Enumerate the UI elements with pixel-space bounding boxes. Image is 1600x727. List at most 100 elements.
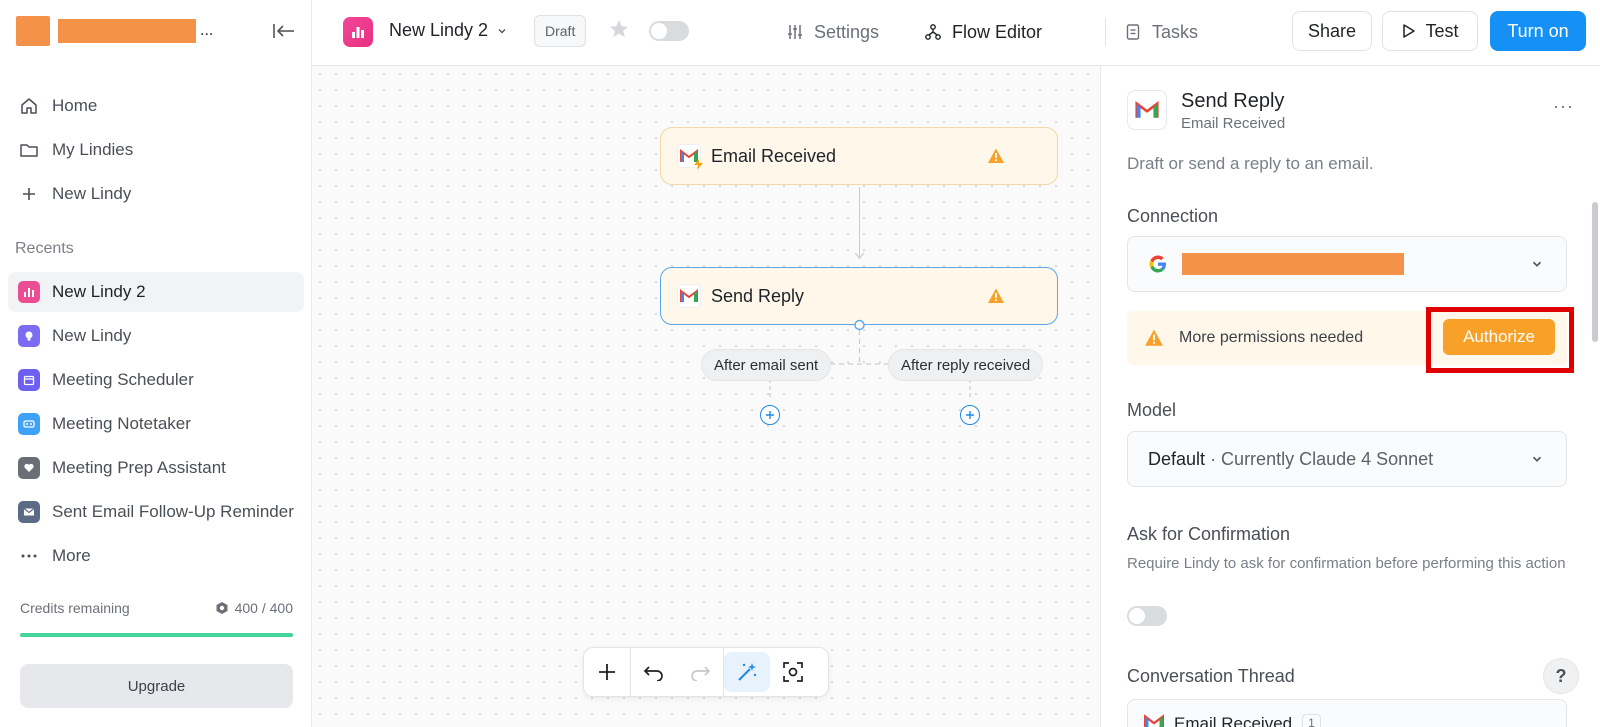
more-dots-icon: [18, 545, 40, 567]
caption-icon: [18, 413, 40, 435]
confirmation-label: Ask for Confirmation: [1127, 524, 1291, 544]
add-step-after-reply-received-button[interactable]: [960, 405, 980, 425]
bar-chart-icon: [18, 281, 40, 303]
bulb-icon: [18, 325, 40, 347]
sidebar-item-label: Home: [52, 96, 98, 115]
status-badge: Draft: [534, 15, 587, 47]
tab-label: Flow Editor: [952, 21, 1043, 42]
sidebar: ... Home My Lindies New Lindy Recents Ne…: [0, 0, 312, 727]
model-value: Default · Currently Claude 4 Sonnet: [1148, 449, 1433, 470]
sidebar-item-home[interactable]: Home: [8, 86, 304, 126]
connection-select[interactable]: [1127, 236, 1567, 292]
plus-icon: [599, 664, 615, 680]
panel-subtitle: Email Received: [1181, 115, 1286, 132]
sliders-icon: [788, 25, 802, 39]
recent-item-new-lindy[interactable]: New Lindy: [8, 316, 304, 356]
test-button-label: Test: [1425, 20, 1459, 41]
chevron-down-icon: [498, 28, 506, 33]
star-icon[interactable]: [608, 18, 630, 45]
agent-name-dropdown[interactable]: New Lindy 2: [389, 20, 508, 41]
edge-connector: [859, 187, 860, 259]
turn-on-button[interactable]: Turn on: [1490, 11, 1586, 51]
conversation-thread-badge: 1: [1302, 714, 1321, 727]
connection-account-redacted: [1182, 253, 1404, 275]
agent-enable-toggle[interactable]: [649, 21, 689, 41]
flow-icon: [925, 24, 941, 40]
workspace-switcher[interactable]: ...: [16, 16, 213, 46]
trigger-node-email-received[interactable]: Email Received: [660, 127, 1058, 185]
sidebar-item-new-lindy[interactable]: New Lindy: [8, 174, 304, 214]
help-button[interactable]: ?: [1543, 658, 1579, 694]
tab-tasks[interactable]: Tasks: [1124, 18, 1198, 46]
add-step-after-email-sent-button[interactable]: [760, 405, 780, 425]
permission-warning-text: More permissions needed: [1179, 329, 1364, 346]
collapse-sidebar-icon: [273, 24, 294, 38]
conversation-thread-select[interactable]: Email Received 1: [1127, 699, 1567, 727]
warning-icon: [1145, 329, 1163, 346]
sidebar-item-more[interactable]: More: [8, 536, 304, 576]
collapse-sidebar-button[interactable]: [270, 18, 298, 44]
sidebar-item-my-lindies[interactable]: My Lindies: [8, 130, 304, 170]
tab-divider: [1105, 18, 1106, 46]
branch-after-reply-received[interactable]: After reply received: [888, 349, 1044, 381]
recent-item-new-lindy-2[interactable]: New Lindy 2: [8, 272, 304, 312]
upgrade-button[interactable]: Upgrade: [20, 664, 293, 708]
model-detail: · Currently Claude 4 Sonnet: [1210, 448, 1434, 469]
warning-icon: [988, 288, 1004, 303]
test-button[interactable]: Test: [1382, 11, 1478, 51]
chevron-down-icon: [1532, 456, 1542, 462]
tab-label: Settings: [814, 21, 880, 42]
fit-view-button[interactable]: [770, 652, 816, 692]
model-label: Model: [1127, 400, 1177, 420]
flow-canvas[interactable]: Email Received Send Reply After email se…: [312, 66, 1100, 727]
canvas-toolbar: [583, 647, 829, 697]
tab-flow-editor[interactable]: Flow Editor: [924, 18, 1042, 46]
redo-icon: [691, 666, 711, 681]
gmail-icon: [1144, 714, 1164, 727]
heart-icon: [18, 457, 40, 479]
focus-icon: [783, 662, 803, 682]
google-icon: [1149, 255, 1166, 273]
auto-layout-button[interactable]: [724, 652, 770, 692]
node-title: Send Reply: [711, 285, 805, 306]
confirmation-toggle[interactable]: [1127, 606, 1167, 626]
model-select[interactable]: Default · Currently Claude 4 Sonnet: [1127, 431, 1567, 487]
home-icon: [18, 95, 40, 117]
recents-heading: Recents: [15, 240, 74, 257]
chevron-down-icon: [1532, 261, 1542, 267]
node-title: Email Received: [711, 145, 837, 166]
mail-icon: [18, 501, 40, 523]
tab-settings[interactable]: Settings: [786, 18, 879, 46]
recent-item-label: New Lindy 2: [52, 282, 146, 301]
sidebar-item-label: More: [52, 546, 91, 565]
conversation-thread-value: Email Received: [1174, 714, 1293, 727]
connection-label: Connection: [1127, 206, 1219, 226]
credits-label: Credits remaining: [20, 600, 130, 616]
recent-item-meeting-notetaker[interactable]: Meeting Notetaker: [8, 404, 304, 444]
credits-value: 400 / 400: [234, 600, 293, 616]
top-bar: New Lindy 2 Draft Settings Flow Editor T…: [312, 0, 1600, 66]
panel-scrollbar[interactable]: [1592, 202, 1598, 342]
recent-item-meeting-prep-assistant[interactable]: Meeting Prep Assistant: [8, 448, 304, 488]
workspace-name-redacted: [58, 19, 196, 43]
authorize-button[interactable]: Authorize: [1443, 319, 1555, 355]
redo-button[interactable]: [677, 652, 723, 692]
app-bar-chart-icon: [343, 17, 373, 47]
plus-icon: [966, 411, 974, 419]
workspace-ellipsis: ...: [200, 22, 214, 39]
branch-after-email-sent[interactable]: After email sent: [701, 349, 832, 381]
step-config-panel: Send Reply Email Received ··· Draft or s…: [1100, 66, 1600, 727]
recent-item-label: Sent Email Follow-Up Reminder: [52, 502, 294, 521]
add-node-button[interactable]: [584, 652, 630, 692]
document-icon: [1126, 24, 1140, 40]
recent-item-meeting-scheduler[interactable]: Meeting Scheduler: [8, 360, 304, 400]
plus-icon: [18, 183, 40, 205]
magic-wand-icon: [738, 663, 757, 681]
share-button[interactable]: Share: [1292, 11, 1372, 51]
panel-more-button[interactable]: ···: [1553, 96, 1574, 117]
warning-icon: [988, 148, 1004, 163]
gmail-trigger-icon: [677, 144, 703, 170]
recent-item-sent-email-follow-up[interactable]: Sent Email Follow-Up Reminder: [8, 492, 304, 532]
undo-button[interactable]: [631, 652, 677, 692]
action-node-send-reply[interactable]: Send Reply: [660, 267, 1058, 325]
